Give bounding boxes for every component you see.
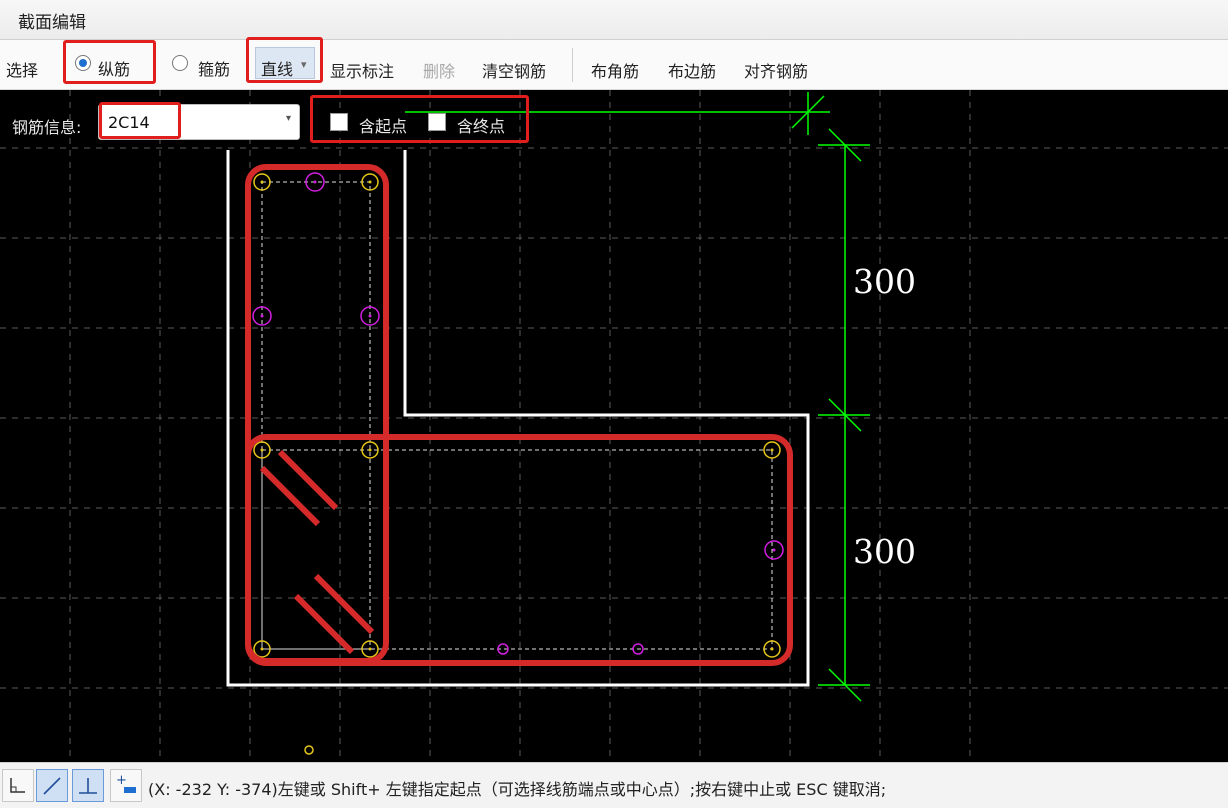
edge-rebar-centers (260, 180, 776, 552)
line-type-value[interactable]: 直线 (261, 56, 293, 80)
chevron-down-icon[interactable]: ▾ (301, 58, 307, 71)
longitudinal-radio[interactable] (75, 55, 91, 71)
status-message: (X: -232 Y: -374)左键或 Shift+ 左键指定起点（可选择线筋… (148, 780, 887, 799)
chevron-down-icon[interactable]: ▾ (286, 113, 291, 124)
rebar-info-label: 钢筋信息: (12, 118, 82, 137)
perpendicular-icon[interactable] (72, 769, 104, 802)
corner-ortho-icon[interactable] (2, 769, 34, 802)
stirrup-radio[interactable] (172, 55, 188, 71)
delete-button[interactable]: 删除 (423, 58, 455, 82)
svg-text:+: + (116, 773, 127, 788)
line-icon[interactable] (36, 769, 68, 802)
status-bar: + (X: -232 Y: -374)左键或 Shift+ 左键指定起点（可选择… (0, 762, 1228, 808)
toolbar-divider (572, 48, 573, 82)
include-end-label[interactable]: 含终点 (457, 113, 505, 137)
clear-rebar-button[interactable]: 清空钢筋 (482, 58, 546, 82)
window-title: 截面编辑 (18, 13, 86, 33)
rebar-info-dropdown[interactable]: 2C14 ▾ (98, 104, 300, 140)
title-bar: 截面编辑 (0, 0, 1228, 40)
add-point-icon[interactable]: + (110, 769, 142, 802)
dimension-lower: 300 (853, 532, 916, 571)
edge-rebar-button[interactable]: 布边筋 (668, 58, 716, 82)
align-rebar-button[interactable]: 对齐钢筋 (744, 58, 808, 82)
include-end-checkbox[interactable] (428, 113, 446, 131)
corner-rebar-button[interactable]: 布角筋 (591, 58, 639, 82)
stirrup-label[interactable]: 箍筋 (198, 56, 230, 80)
dimension-upper: 300 (853, 262, 916, 301)
dimension-lines (405, 92, 870, 702)
longitudinal-label[interactable]: 纵筋 (98, 56, 130, 80)
include-start-checkbox[interactable] (330, 113, 348, 131)
select-button[interactable]: 选择 (6, 57, 38, 81)
rebar-info-value[interactable]: 2C14 (108, 113, 150, 132)
include-start-label[interactable]: 含起点 (359, 113, 407, 137)
drawing-canvas[interactable]: 钢筋信息: 2C14 ▾ 含起点 含终点 300 300 (0, 90, 1228, 762)
corner-rebars[interactable] (253, 173, 781, 755)
show-dimension-button[interactable]: 显示标注 (330, 58, 394, 82)
section-drawing[interactable] (0, 90, 1228, 762)
